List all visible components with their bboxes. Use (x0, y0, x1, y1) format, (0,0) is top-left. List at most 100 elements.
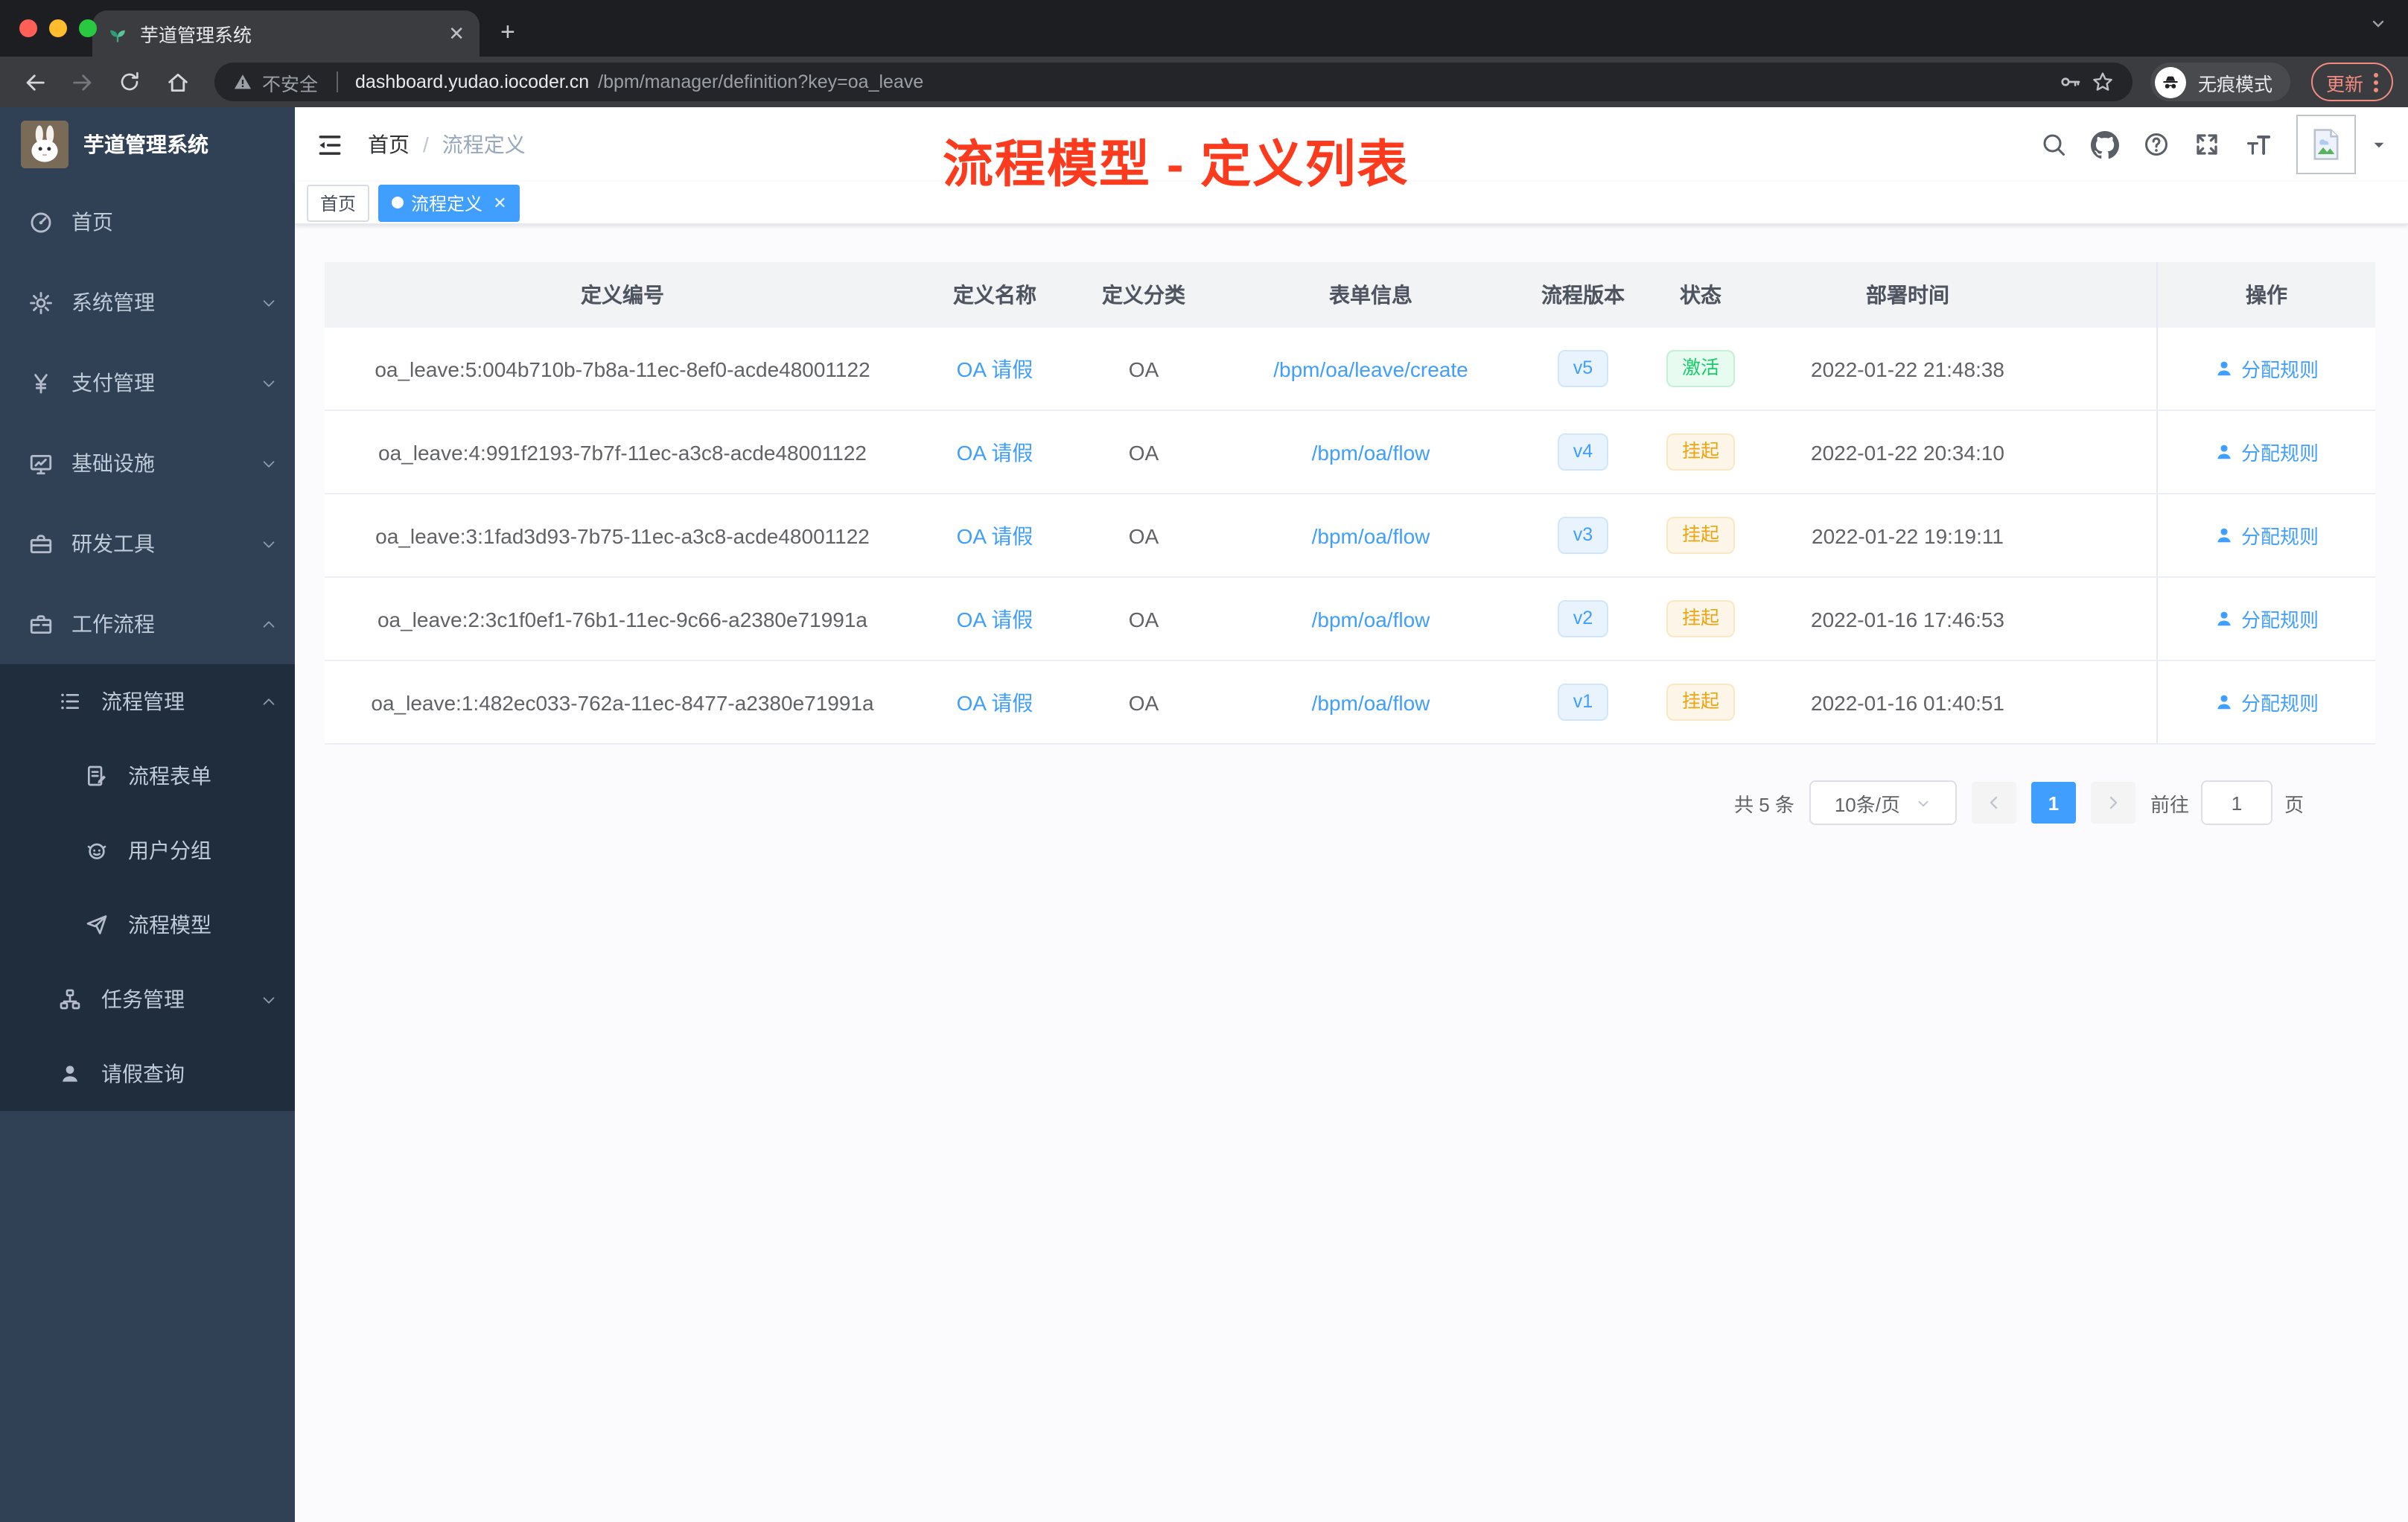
sidebar-collapse-icon[interactable] (316, 130, 344, 159)
definition-name-link[interactable]: OA 请假 (957, 520, 1033, 550)
assign-rule-link[interactable]: 分配规则 (2214, 438, 2319, 466)
deploy-time-cell: 2022-01-22 19:19:11 (1812, 523, 2004, 547)
goto-unit: 页 (2284, 793, 2304, 815)
home-icon[interactable] (158, 63, 197, 101)
close-window-button[interactable] (19, 19, 37, 37)
app-title: 芋道管理系统 (83, 133, 208, 156)
column-header-0: 定义编号 (581, 283, 664, 307)
breadcrumb-home[interactable]: 首页 (368, 130, 410, 159)
page-size-select[interactable]: 10条/页 (1809, 780, 1957, 825)
assign-rule-link[interactable]: 分配规则 (2214, 354, 2319, 383)
column-header-5: 状态 (1680, 283, 1721, 307)
sidebar-item-form[interactable]: 流程表单 (0, 739, 295, 813)
browser-toolbar: 不安全 dashboard.yudao.iocoder.cn/bpm/manag… (0, 57, 2408, 107)
form-info-cell: /bpm/oa/flow (1218, 578, 1523, 660)
bookmark-star-icon[interactable] (2091, 70, 2115, 94)
password-key-icon[interactable] (2058, 70, 2082, 94)
sidebar-item-label: 流程表单 (128, 764, 211, 788)
assign-rule-link[interactable]: 分配规则 (2214, 605, 2319, 633)
sidebar-item-label: 研发工具 (71, 532, 155, 555)
form-info-link[interactable]: /bpm/oa/flow (1312, 690, 1430, 714)
page-annotation: 流程模型 - 定义列表 (943, 137, 1410, 194)
definition-name-link[interactable]: OA 请假 (957, 354, 1033, 383)
tag-label: 首页 (320, 193, 357, 214)
definition-name-link[interactable]: OA 请假 (957, 437, 1033, 467)
goto-page-input[interactable] (2200, 780, 2272, 825)
status-cell: 挂起 (1643, 578, 1759, 660)
sidebar-item-user[interactable]: 请假查询 (0, 1037, 295, 1111)
back-icon[interactable] (15, 63, 54, 101)
definition-name-link[interactable]: OA 请假 (957, 604, 1033, 634)
sidebar-item-tree[interactable]: 任务管理 (0, 962, 295, 1037)
help-icon[interactable] (2143, 131, 2170, 158)
list-icon (57, 690, 83, 713)
definition-id-cell: oa_leave:3:1fad3d93-7b75-11ec-a3c8-acde4… (375, 523, 870, 547)
security-label[interactable]: 不安全 (262, 68, 318, 96)
chevron-up-icon (261, 616, 277, 632)
tag-active[interactable]: 流程定义 ✕ (378, 184, 520, 221)
sidebar-item-monitor[interactable]: 基础设施 (0, 423, 295, 503)
avatar-caret-down-icon[interactable] (2371, 136, 2387, 153)
font-size-icon[interactable] (2244, 130, 2272, 159)
github-icon[interactable] (2091, 130, 2119, 159)
row-spacer (2057, 494, 2156, 576)
action-cell: 分配规则 (2156, 661, 2375, 743)
sidebar-item-toolbox[interactable]: 研发工具 (0, 503, 295, 584)
assign-rule-link[interactable]: 分配规则 (2214, 688, 2319, 716)
maximize-window-button[interactable] (79, 19, 97, 37)
chevron-down-icon (261, 535, 277, 552)
sidebar-item-briefcase[interactable]: 工作流程 (0, 584, 295, 664)
form-info-link[interactable]: /bpm/oa/flow (1312, 440, 1430, 464)
table-row: oa_leave:3:1fad3d93-7b75-11ec-a3c8-acde4… (325, 493, 2375, 576)
fullscreen-icon[interactable] (2194, 131, 2220, 158)
page-number-button[interactable]: 1 (2030, 782, 2076, 824)
form-icon (83, 764, 110, 788)
definition-name-link[interactable]: OA 请假 (957, 687, 1033, 717)
address-bar[interactable]: 不安全 dashboard.yudao.iocoder.cn/bpm/manag… (214, 63, 2133, 101)
sidebar-item-paper-plane[interactable]: 流程模型 (0, 888, 295, 962)
form-info-link[interactable]: /bpm/oa/flow (1312, 607, 1430, 631)
reload-icon[interactable] (110, 63, 149, 101)
sidebar-item-label: 流程模型 (128, 913, 211, 937)
sidebar-item-gear[interactable]: 系统管理 (0, 262, 295, 343)
forward-icon[interactable] (63, 63, 101, 101)
form-info-link[interactable]: /bpm/oa/leave/create (1273, 357, 1468, 380)
browser-update-button[interactable]: 更新 (2310, 63, 2393, 101)
definition-category-cell: OA (1128, 690, 1159, 714)
user-icon (2214, 359, 2234, 378)
form-info-link[interactable]: /bpm/oa/flow (1312, 523, 1430, 547)
search-icon[interactable] (2040, 131, 2067, 158)
breadcrumb-separator: / (423, 133, 429, 156)
screen: 芋道管理系统 ✕ + 不安全 dashboard.yudao.iocoder.c… (0, 0, 2408, 1522)
user-icon (2214, 692, 2234, 712)
definition-category-cell: OA (1128, 607, 1159, 631)
sidebar-item-label: 基础设施 (71, 451, 155, 475)
assign-rule-link[interactable]: 分配规则 (2214, 521, 2319, 550)
tab-search-chevron-icon[interactable] (2369, 15, 2387, 33)
next-page-button[interactable] (2090, 782, 2135, 824)
security-warning-icon[interactable] (232, 71, 253, 92)
user-group-icon (83, 838, 110, 862)
update-label[interactable]: 更新 (2326, 68, 2363, 96)
sidebar-logo[interactable]: 芋道管理系统 (0, 107, 295, 182)
deploy-time-cell: 2022-01-16 17:46:53 (1811, 607, 2004, 631)
browser-menu-icon[interactable] (2374, 72, 2378, 92)
sidebar-item-user-group[interactable]: 用户分组 (0, 813, 295, 888)
sidebar-item-yen[interactable]: 支付管理 (0, 343, 295, 423)
browser-tab[interactable]: 芋道管理系统 ✕ (92, 10, 480, 57)
form-info-cell: /bpm/oa/flow (1218, 411, 1523, 493)
sidebar-item-dashboard[interactable]: 首页 (0, 182, 295, 262)
definition-name-cell: OA 请假 (920, 328, 1069, 410)
user-avatar[interactable] (2296, 115, 2356, 174)
definition-id-cell: oa_leave:4:991f2193-7b7f-11ec-a3c8-acde4… (378, 440, 867, 464)
tab-close-icon[interactable]: ✕ (448, 22, 465, 45)
prev-page-button[interactable] (1971, 782, 2016, 824)
sidebar-item-list[interactable]: 流程管理 (0, 664, 295, 739)
version-cell: v3 (1523, 494, 1643, 576)
new-tab-button[interactable]: + (500, 18, 515, 48)
table-header: 定义编号 定义名称 定义分类 表单信息 流程版本 状态 部署时间 操作 (325, 262, 2375, 328)
tag-close-icon[interactable]: ✕ (493, 193, 506, 212)
minimize-window-button[interactable] (49, 19, 67, 37)
tag-inactive[interactable]: 首页 (307, 184, 370, 221)
version-badge: v1 (1558, 684, 1608, 721)
